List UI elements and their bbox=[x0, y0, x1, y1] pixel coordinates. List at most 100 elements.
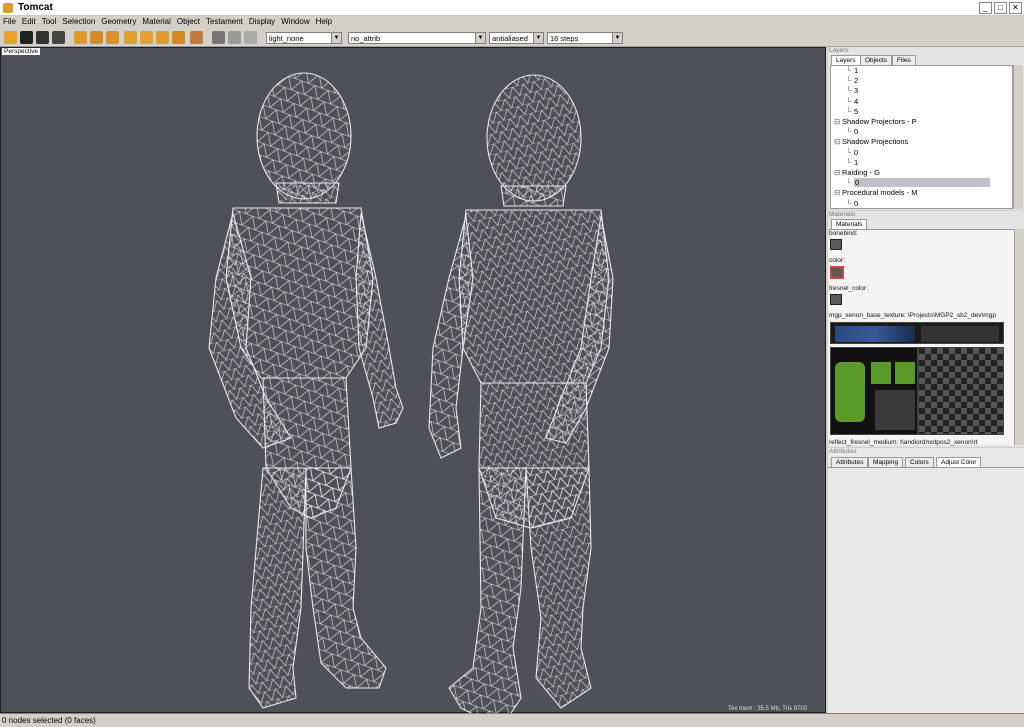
layer-item[interactable]: ⊟ Shadow Projections bbox=[832, 137, 992, 147]
layer-item[interactable]: └ 0 bbox=[832, 178, 992, 188]
texture-part bbox=[871, 362, 891, 384]
move-icon[interactable] bbox=[124, 31, 137, 44]
title-bar: Tomcat _ □ ✕ bbox=[0, 0, 1024, 16]
menu-edit[interactable]: Edit bbox=[19, 16, 39, 26]
color-swatch[interactable] bbox=[830, 266, 844, 279]
menu-tool[interactable]: Tool bbox=[39, 16, 60, 26]
steps-select[interactable]: 16 steps ▼ bbox=[547, 32, 623, 44]
light-select-value: light_none bbox=[269, 34, 304, 43]
fresnel-label: fresnel_color: bbox=[829, 285, 869, 292]
layer-item[interactable]: ⊟ Procedural models - M bbox=[832, 188, 992, 198]
steps-select-value: 16 steps bbox=[550, 34, 579, 43]
shaded-cube-icon[interactable] bbox=[244, 31, 257, 44]
tab-layers[interactable]: Layers bbox=[831, 55, 861, 65]
gear-icon[interactable] bbox=[52, 31, 65, 44]
cube-orange-icon[interactable] bbox=[4, 31, 17, 44]
arrow-icon[interactable] bbox=[90, 31, 103, 44]
layer-item-label: Raiding - G bbox=[842, 168, 880, 177]
tab-attributes[interactable]: Attributes bbox=[831, 457, 869, 467]
layers-header: Layers bbox=[829, 47, 849, 54]
menu-help[interactable]: Help bbox=[313, 16, 335, 26]
layer-item-label: Shadow Projectors - P bbox=[842, 117, 917, 126]
menu-geometry[interactable]: Geometry bbox=[98, 16, 139, 26]
tab-adjust-color[interactable]: Adjust Color bbox=[936, 457, 982, 467]
chevron-down-icon: ▼ bbox=[612, 33, 622, 43]
layer-item[interactable]: └ 1 bbox=[832, 66, 992, 76]
tab-colors[interactable]: Colors bbox=[905, 457, 934, 467]
figure-back bbox=[428, 74, 614, 714]
antialias-select[interactable]: antialiased ▼ bbox=[489, 32, 544, 44]
texture-thumb-a bbox=[835, 326, 915, 342]
layer-item[interactable]: └ 1 bbox=[832, 158, 992, 168]
layer-item-label: 2 bbox=[854, 76, 859, 86]
status-bar: 0 nodes selected (0 faces) bbox=[0, 713, 1024, 727]
texture-thumbnail-strip[interactable] bbox=[830, 322, 1004, 344]
layer-item[interactable]: └ 5 bbox=[832, 107, 992, 117]
layer-item[interactable]: └ 0 bbox=[832, 127, 992, 137]
layer-item[interactable]: └ 4 bbox=[832, 97, 992, 107]
texture-grid-icon[interactable] bbox=[190, 31, 203, 44]
menu-display[interactable]: Display bbox=[246, 16, 278, 26]
layer-item[interactable]: └ 3 bbox=[832, 86, 992, 96]
texture-figure bbox=[835, 362, 865, 422]
menu-file[interactable]: File bbox=[0, 16, 19, 26]
pencil-icon[interactable] bbox=[74, 31, 87, 44]
solid-cube-icon[interactable] bbox=[228, 31, 241, 44]
brush-icon[interactable] bbox=[106, 31, 119, 44]
wireframe-models bbox=[208, 72, 614, 714]
wire-cube-icon[interactable] bbox=[212, 31, 225, 44]
tab-materials[interactable]: Materials bbox=[831, 219, 868, 229]
cube-black-icon[interactable] bbox=[36, 31, 49, 44]
tree-branch-icon: └ bbox=[846, 157, 852, 167]
layer-item-label: Procedural models - M bbox=[842, 188, 918, 198]
layers-scrollbar[interactable] bbox=[1013, 65, 1023, 209]
layer-item[interactable]: ⊟ Raiding - G bbox=[832, 168, 992, 178]
menu-selection[interactable]: Selection bbox=[59, 16, 98, 26]
attributes-panel: Attributes Attributes Mapping Colors Adj… bbox=[828, 448, 1024, 713]
layer-item[interactable]: └ 0 bbox=[832, 148, 992, 158]
window-title: Tomcat bbox=[18, 2, 53, 13]
figure-front bbox=[208, 72, 404, 709]
chevron-down-icon: ▼ bbox=[331, 33, 341, 43]
chevron-down-icon: ▼ bbox=[533, 33, 543, 43]
cat-alt-icon[interactable] bbox=[156, 31, 169, 44]
divider bbox=[828, 467, 1024, 468]
collapse-icon[interactable]: ⊟ bbox=[834, 117, 840, 126]
light-select[interactable]: light_none ▼ bbox=[266, 32, 342, 44]
texture-label: mgp_xenon_base_texture: \Projects\MGP2_s… bbox=[829, 312, 996, 319]
texture-preview-main[interactable] bbox=[830, 347, 918, 435]
menu-window[interactable]: Window bbox=[278, 16, 312, 26]
layer-item-label: 4 bbox=[854, 96, 859, 106]
tree-branch-icon: └ bbox=[846, 96, 852, 106]
texture-preview-normal[interactable] bbox=[918, 347, 1004, 435]
3d-viewport[interactable]: Perspective bbox=[0, 47, 826, 714]
materials-scrollbar[interactable] bbox=[1014, 229, 1024, 445]
menu-object[interactable]: Object bbox=[174, 16, 203, 26]
tab-files[interactable]: Files bbox=[892, 55, 916, 65]
attrib-select-value: no_attrib bbox=[351, 34, 381, 43]
bonebind-swatch[interactable] bbox=[830, 239, 842, 250]
stamp-icon[interactable] bbox=[172, 31, 185, 44]
collapse-icon[interactable]: ⊟ bbox=[834, 137, 840, 146]
cat-icon[interactable] bbox=[140, 31, 153, 44]
fresnel-swatch[interactable] bbox=[830, 294, 842, 305]
minimize-button[interactable]: _ bbox=[979, 2, 992, 14]
layer-item[interactable]: ⊟ Shadow Projectors - P bbox=[832, 117, 992, 127]
layer-item[interactable]: └ 0 bbox=[832, 199, 992, 209]
tree-branch-icon: └ bbox=[846, 178, 852, 188]
menu-testament[interactable]: Testament bbox=[203, 16, 246, 26]
layer-item-label: 0 bbox=[854, 178, 990, 188]
cube-dark-icon[interactable] bbox=[20, 31, 33, 44]
close-button[interactable]: ✕ bbox=[1009, 2, 1022, 14]
layer-item[interactable]: └ 2 bbox=[832, 76, 992, 86]
maximize-button[interactable]: □ bbox=[994, 2, 1007, 14]
tab-objects[interactable]: Objects bbox=[860, 55, 893, 65]
layer-item-label: 5 bbox=[854, 106, 859, 116]
chevron-down-icon: ▼ bbox=[475, 33, 485, 43]
texture-thumb-b bbox=[921, 326, 999, 342]
collapse-icon[interactable]: ⊟ bbox=[834, 188, 840, 197]
menu-material[interactable]: Material bbox=[139, 16, 173, 26]
collapse-icon[interactable]: ⊟ bbox=[834, 168, 840, 177]
tab-mapping[interactable]: Mapping bbox=[868, 457, 903, 467]
attrib-select[interactable]: no_attrib ▼ bbox=[348, 32, 486, 44]
